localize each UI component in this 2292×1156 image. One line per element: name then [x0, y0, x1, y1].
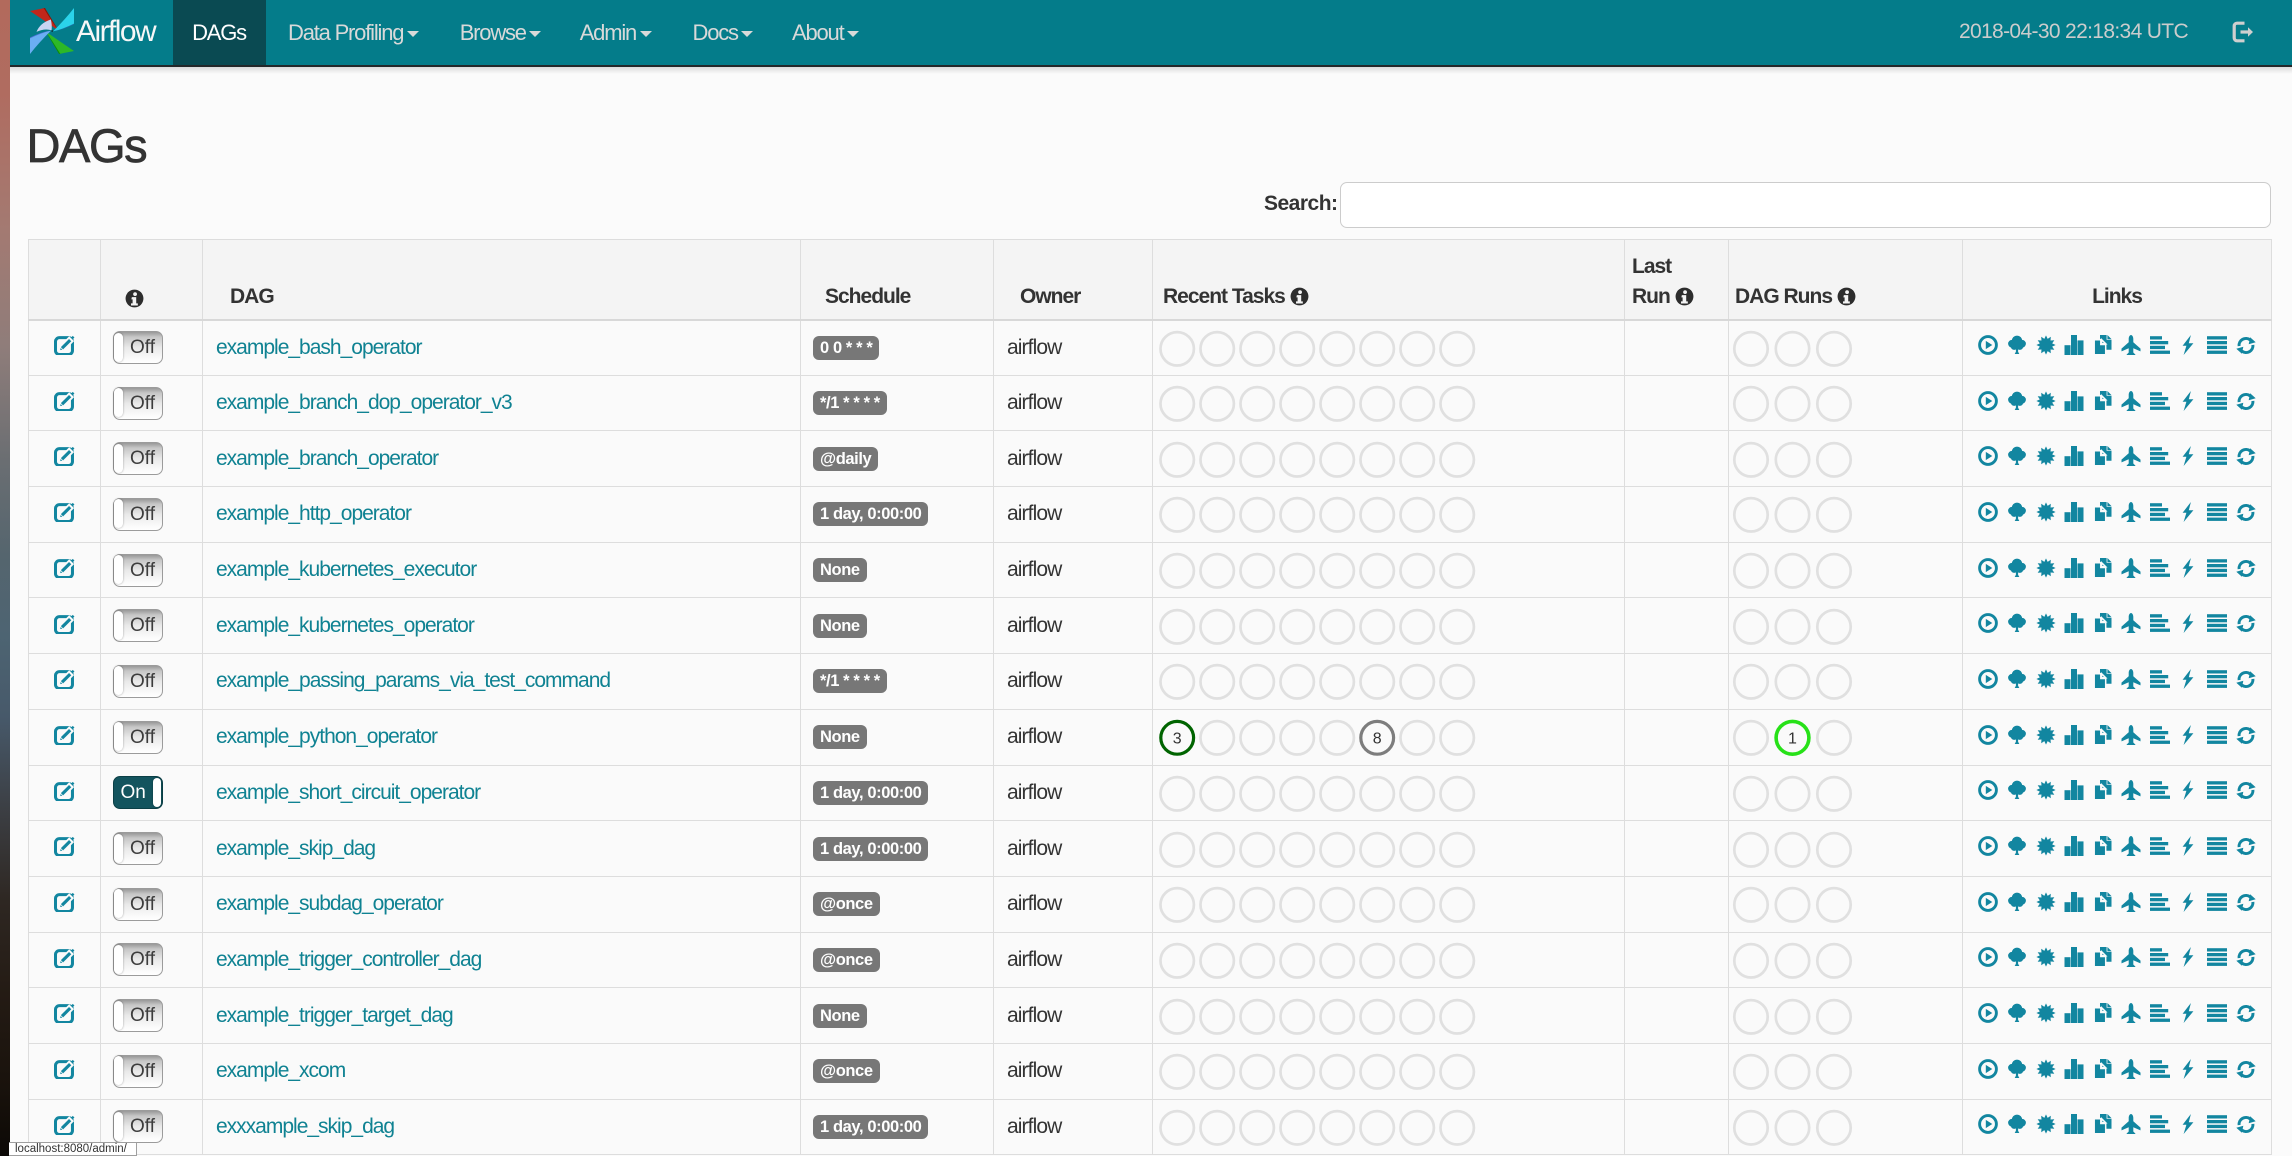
svg-text:1: 1: [1788, 730, 1797, 747]
svg-text:8: 8: [1373, 730, 1382, 747]
svg-text:3: 3: [1173, 730, 1182, 747]
